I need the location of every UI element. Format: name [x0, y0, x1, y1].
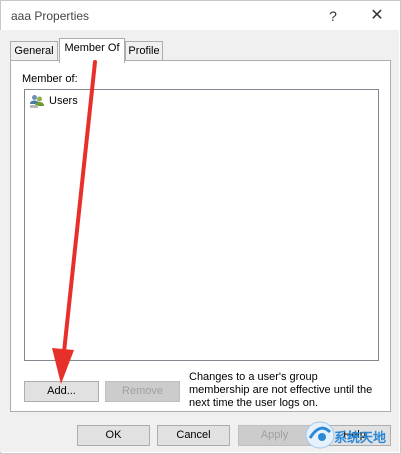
help-icon[interactable]: ?: [319, 5, 347, 27]
group-users-icon: [30, 95, 44, 108]
remove-button[interactable]: Remove: [105, 381, 180, 402]
cancel-button[interactable]: Cancel: [157, 425, 230, 446]
title-bar[interactable]: aaa Properties ? ✕: [1, 1, 400, 31]
member-of-list[interactable]: Users: [24, 89, 379, 361]
add-button[interactable]: Add...: [24, 381, 99, 402]
tab-profile[interactable]: Profile: [125, 41, 163, 61]
watermark-text: 系统天地: [334, 430, 387, 445]
tab-member-of[interactable]: Member Of: [59, 38, 125, 63]
close-icon[interactable]: ✕: [363, 5, 391, 27]
list-item-label: Users: [49, 95, 78, 107]
member-of-label: Member of:: [22, 73, 78, 85]
ok-button[interactable]: OK: [77, 425, 150, 446]
tab-general[interactable]: General: [10, 41, 58, 61]
window-title: aaa Properties: [11, 9, 90, 23]
list-item[interactable]: Users: [29, 93, 78, 109]
membership-note: Changes to a user's group membership are…: [189, 371, 373, 409]
apply-button[interactable]: Apply: [238, 425, 311, 446]
